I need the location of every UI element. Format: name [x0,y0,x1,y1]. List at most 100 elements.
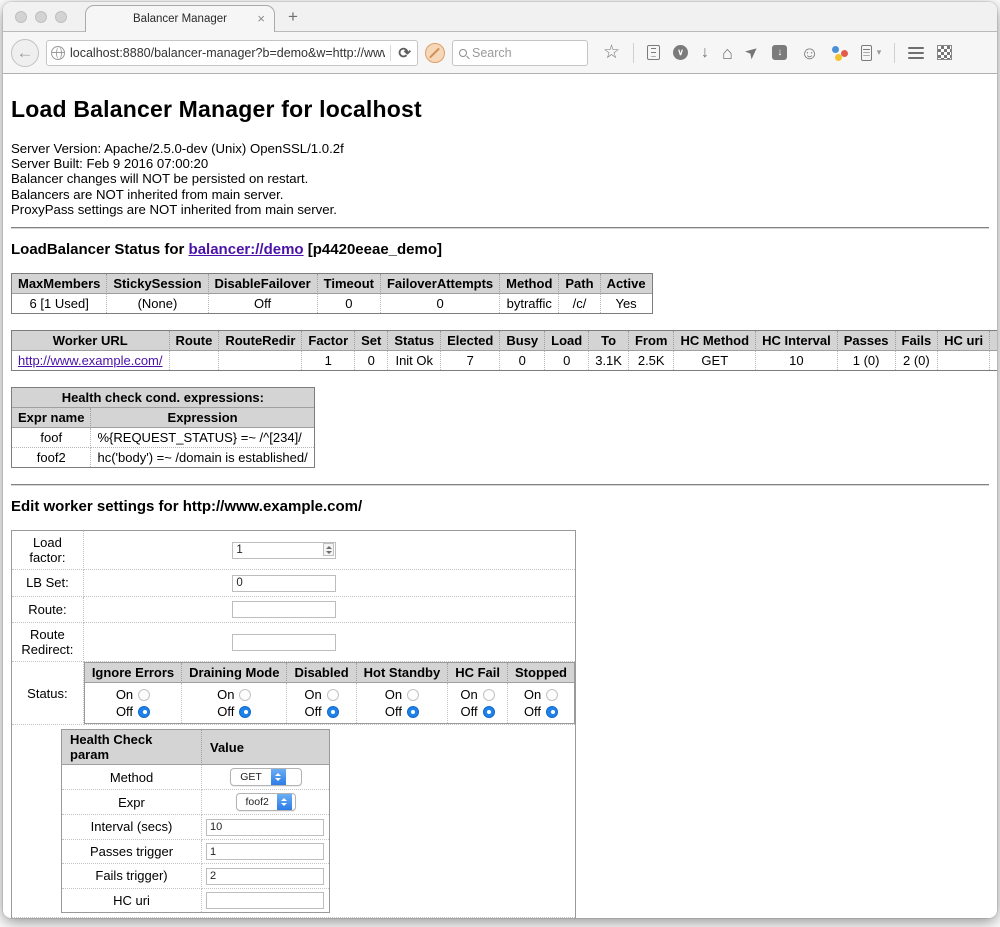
radio-off-label: Off [304,703,321,720]
status-radio-on[interactable] [407,689,419,701]
content-blocker-icon[interactable] [425,43,445,63]
column-header: Active [601,274,652,294]
close-window-button[interactable] [15,11,27,23]
field-value-cell [84,623,575,662]
bookmark-star-icon[interactable]: ☆ [603,45,620,61]
column-header: Set [355,331,388,351]
column-header: Hot Standby [357,663,449,683]
table-cell: 0 [381,294,500,313]
persist-notice-line: Balancer changes will NOT be persisted o… [11,171,989,186]
table-cell: 1 (0) [838,351,896,370]
status-radio-on[interactable] [546,689,558,701]
status-radio-off[interactable] [407,706,419,718]
number-stepper-icon[interactable] [323,543,334,556]
home-icon[interactable]: ⌂ [722,45,733,61]
pocket-icon[interactable]: ∨ [673,45,688,60]
menu-hamburger-icon[interactable] [908,47,924,59]
save-page-icon[interactable]: ↓ [772,45,787,60]
param-value-cell [202,840,329,865]
url-bar[interactable]: localhost:8880/balancer-manager?b=demo&w… [46,40,418,66]
expr-select[interactable]: foof2 [236,793,296,811]
search-icon [459,49,467,57]
field-label: Status: [12,662,84,725]
search-box[interactable] [452,40,588,66]
new-tab-button[interactable]: + [288,7,298,27]
passes-trigger-input[interactable] [206,843,324,860]
minimize-window-button[interactable] [35,11,47,23]
tab-close-icon[interactable]: × [257,11,265,26]
route-redirect-input[interactable] [232,634,336,651]
containers-icon[interactable] [861,45,872,61]
status-cell-disabled: On Off [287,683,356,723]
column-header: Value [202,730,329,765]
column-header: Health Check param [62,730,202,765]
inherit-notice-line: Balancers are NOT inherited from main se… [11,187,989,202]
column-header: HC Method [674,331,756,351]
radio-off-label: Off [524,703,541,720]
field-label: Load factor: [12,531,84,570]
search-input[interactable] [472,46,581,60]
hc-uri-input[interactable] [206,892,324,909]
worker-url-link[interactable]: http://www.example.com/ [18,353,163,368]
status-radio-off[interactable] [327,706,339,718]
param-value-cell [202,889,329,913]
url-text[interactable]: localhost:8880/balancer-manager?b=demo&w… [70,46,385,60]
balancer-manager-page: Load Balancer Manager for localhost Serv… [3,74,997,918]
table-row: 6 [1 Used] (None) Off 0 0 bytraffic /c/ … [12,294,652,313]
param-value-cell [202,815,329,840]
status-radio-on[interactable] [239,689,251,701]
column-header: HC Interval [756,331,838,351]
status-radio-off[interactable] [483,706,495,718]
table-header-row: Ignore Errors Draining Mode Disabled Hot… [85,663,574,683]
toolbar-icons: ☆ ∨ ↓ ⌂ ➤ ↓ ☺ ▾ [603,43,952,63]
back-button[interactable]: ← [11,39,39,67]
status-radio-off[interactable] [138,706,150,718]
table-cell: /c/ [559,294,600,313]
status-radio-off[interactable] [546,706,558,718]
toolbar-divider [633,43,634,63]
column-header: Passes [838,331,896,351]
lb-set-input[interactable] [232,575,336,592]
zoom-window-button[interactable] [55,11,67,23]
send-tab-icon[interactable]: ➤ [742,42,763,63]
health-check-param-table: Health Check param Value Method GET [61,729,330,913]
status-radio-on[interactable] [138,689,150,701]
table-cell: 0 [500,351,545,370]
divider [11,484,989,486]
status-radio-off[interactable] [239,706,251,718]
table-cell: 0 [545,351,589,370]
radio-on-label: On [460,686,477,703]
table-cell: 2 (0) [896,351,939,370]
lb-status-heading-prefix: LoadBalancer Status for [11,241,189,258]
status-radio-on[interactable] [483,689,495,701]
tab-balancer-manager[interactable]: Balancer Manager × [85,5,275,32]
table-cell: GET [674,351,756,370]
reading-list-icon[interactable] [647,45,660,60]
balancer-demo-link[interactable]: balancer://demo [189,241,304,258]
fails-trigger-input[interactable] [206,868,324,885]
downloads-icon[interactable]: ↓ [701,45,709,61]
interval-input[interactable] [206,819,324,836]
form-row-load-factor: Load factor: [12,531,575,570]
param-value-cell: GET [202,765,329,790]
load-factor-input[interactable] [232,542,336,559]
field-value-cell [84,570,575,597]
status-radio-on[interactable] [327,689,339,701]
extension-dots-icon[interactable] [832,45,848,61]
proxypass-notice-line: ProxyPass settings are NOT inherited fro… [11,202,989,217]
hc-row-method: Method GET [62,765,329,790]
edit-worker-heading: Edit worker settings for http://www.exam… [11,498,989,515]
chevron-down-icon[interactable]: ▾ [877,47,882,58]
route-input[interactable] [232,601,336,618]
radio-off-label: Off [217,703,234,720]
reload-icon[interactable]: ⟳ [396,44,413,62]
chat-smiley-icon[interactable]: ☺ [800,45,818,61]
field-value-cell [84,531,575,570]
param-label: Method [62,765,202,790]
field-value-cell [84,597,575,624]
param-label: HC uri [62,889,202,913]
table-header-row: Worker URL Route RouteRedir Factor Set S… [12,331,997,351]
screenshot-grid-icon[interactable] [937,45,952,60]
method-select[interactable]: GET [230,768,302,786]
radio-off-label: Off [116,703,133,720]
